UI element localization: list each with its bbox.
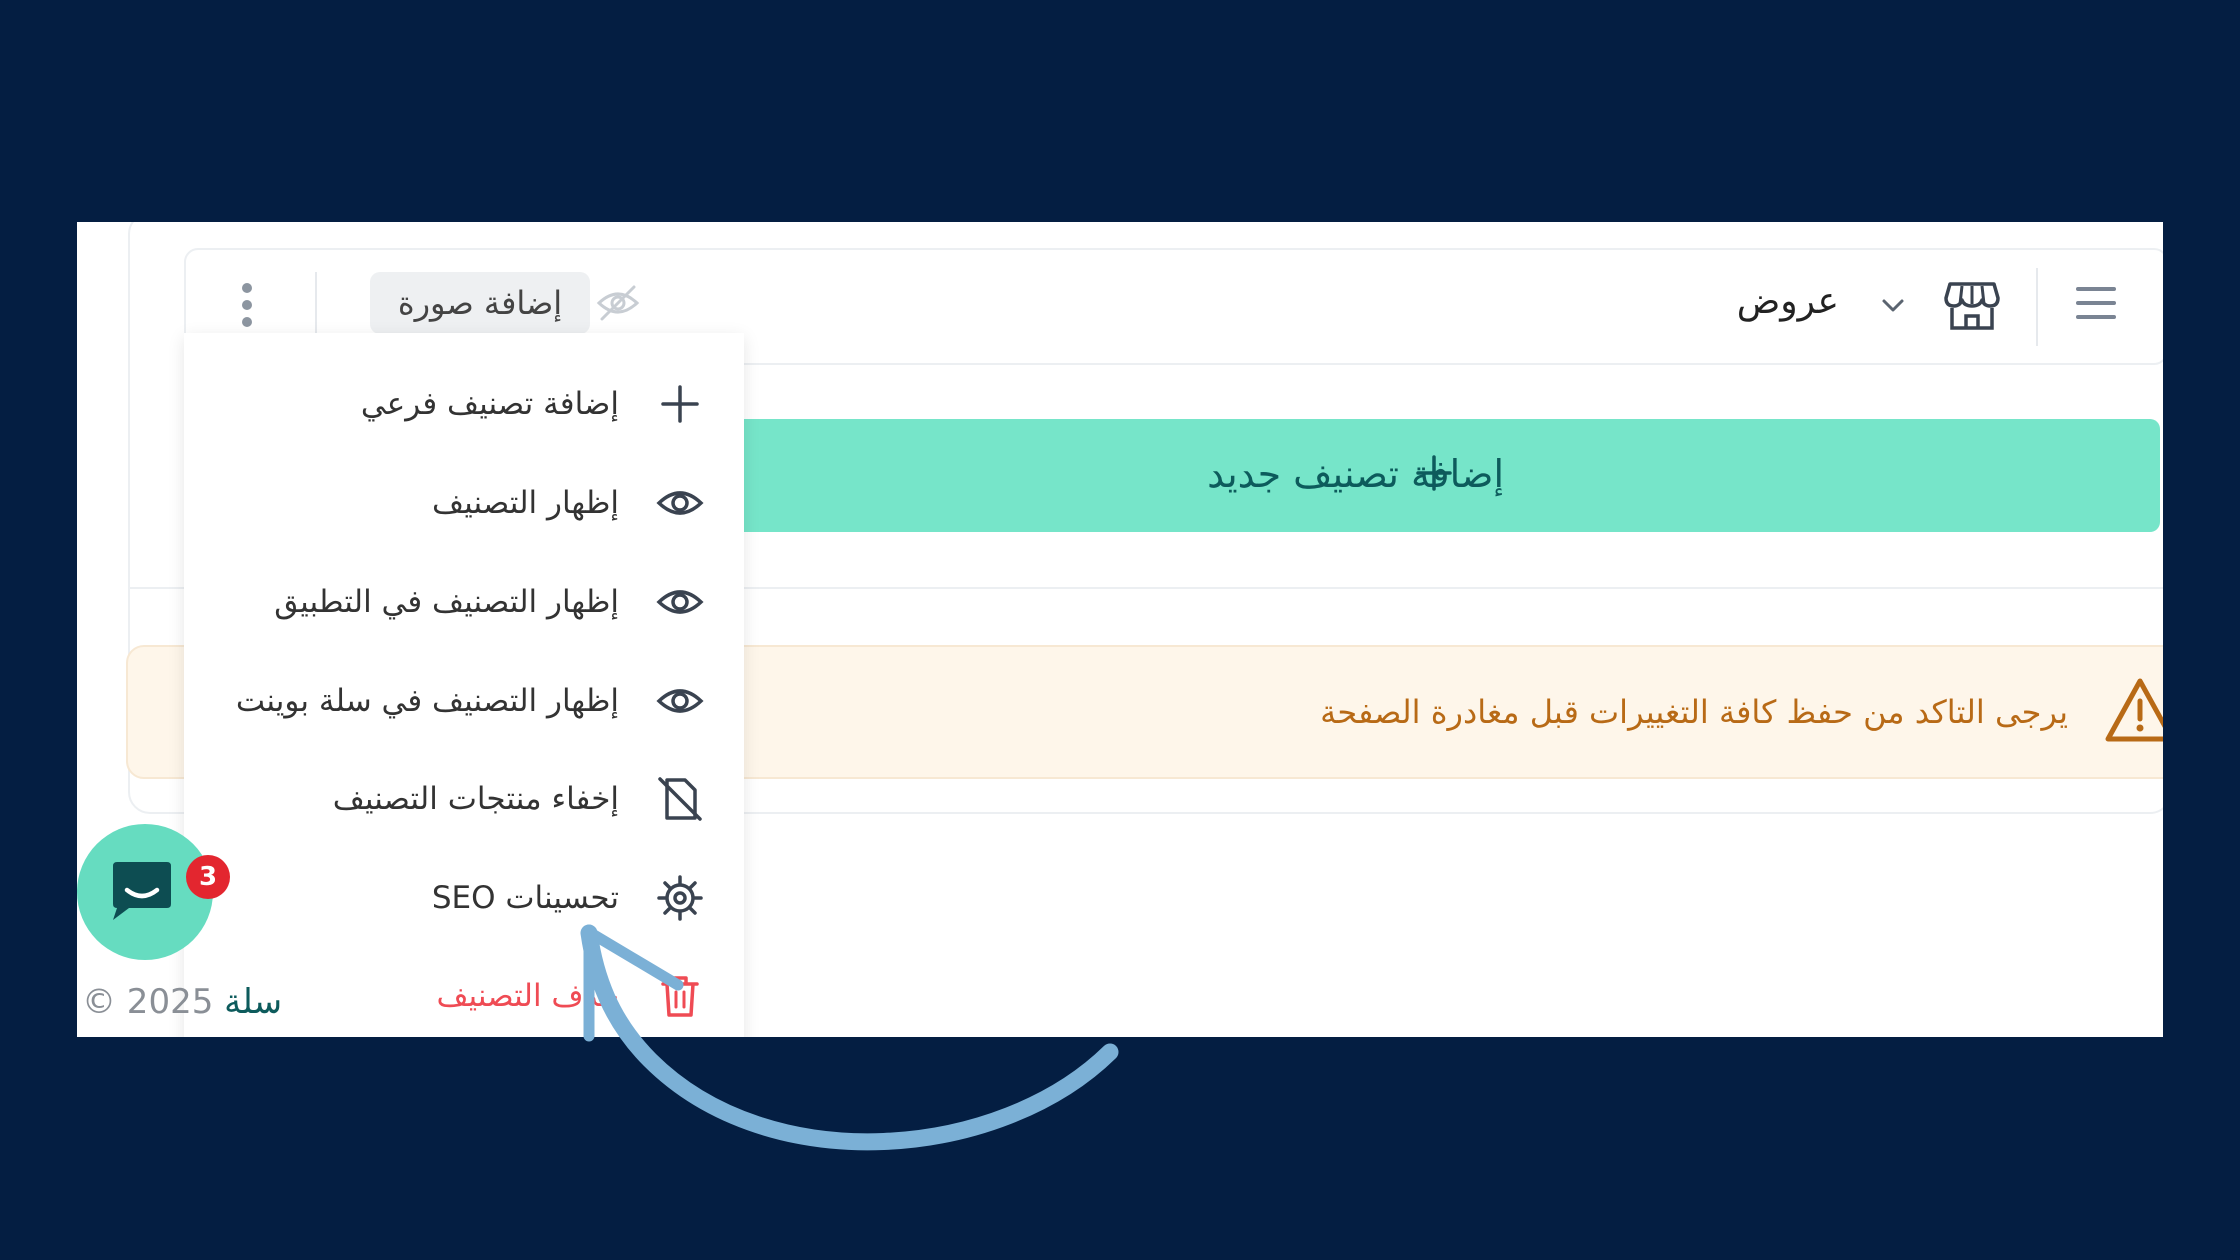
gear-icon: [657, 875, 703, 921]
file-off-icon: [658, 777, 702, 821]
category-options-menu: إضافة تصنيف فرعي إظهار التصنيف إظهار الت…: [184, 333, 744, 1037]
notification-badge: 3: [186, 855, 230, 899]
plus-icon: [1416, 455, 1452, 491]
menu-item-label: إظهار التصنيف: [432, 485, 619, 521]
menu-item-label: تحسينات SEO: [431, 880, 619, 916]
menu-item-hide-products[interactable]: إخفاء منتجات التصنيف: [184, 754, 744, 844]
menu-item-label: إضافة تصنيف فرعي: [360, 386, 619, 422]
menu-item-label: إظهار التصنيف في سلة بوينت: [235, 683, 619, 719]
menu-item-seo[interactable]: تحسينات SEO: [184, 853, 744, 943]
menu-item-show-in-salla-point[interactable]: إظهار التصنيف في سلة بوينت: [184, 656, 744, 746]
row-separator: [315, 272, 317, 342]
plus-icon: [661, 385, 699, 423]
eye-icon: [656, 689, 704, 713]
eye-off-icon[interactable]: [596, 281, 640, 325]
warning-icon: [2105, 678, 2163, 742]
store-icon: [1944, 282, 2000, 330]
eye-icon: [656, 491, 704, 515]
menu-item-label: إظهار التصنيف في التطبيق: [274, 584, 619, 620]
menu-item-label: إخفاء منتجات التصنيف: [332, 781, 619, 817]
row-separator: [2036, 268, 2038, 346]
category-name: عروض: [1736, 281, 1839, 322]
footer-copyright: © 2025 سلة: [82, 977, 282, 1027]
menu-item-add-subcategory[interactable]: إضافة تصنيف فرعي: [184, 359, 744, 449]
chat-icon: [113, 862, 171, 920]
eye-icon: [656, 590, 704, 614]
brand-name[interactable]: سلة: [224, 982, 282, 1022]
menu-item-show-in-app[interactable]: إظهار التصنيف في التطبيق: [184, 557, 744, 647]
menu-item-show-category[interactable]: إظهار التصنيف: [184, 458, 744, 548]
trash-icon: [661, 976, 699, 1017]
screenshot-panel: عروض إضافة صورة إضافة تصنيف جديد يرجى ال…: [77, 222, 2163, 1037]
chevron-down-icon[interactable]: [1879, 291, 1907, 319]
drag-handle-icon[interactable]: [2076, 287, 2116, 323]
more-options-icon[interactable]: [238, 283, 256, 333]
copyright-text: © 2025: [82, 982, 214, 1022]
add-image-button[interactable]: إضافة صورة: [370, 272, 590, 334]
alert-text: يرجى التاكد من حفظ كافة التغييرات قبل مغ…: [1320, 693, 2068, 731]
